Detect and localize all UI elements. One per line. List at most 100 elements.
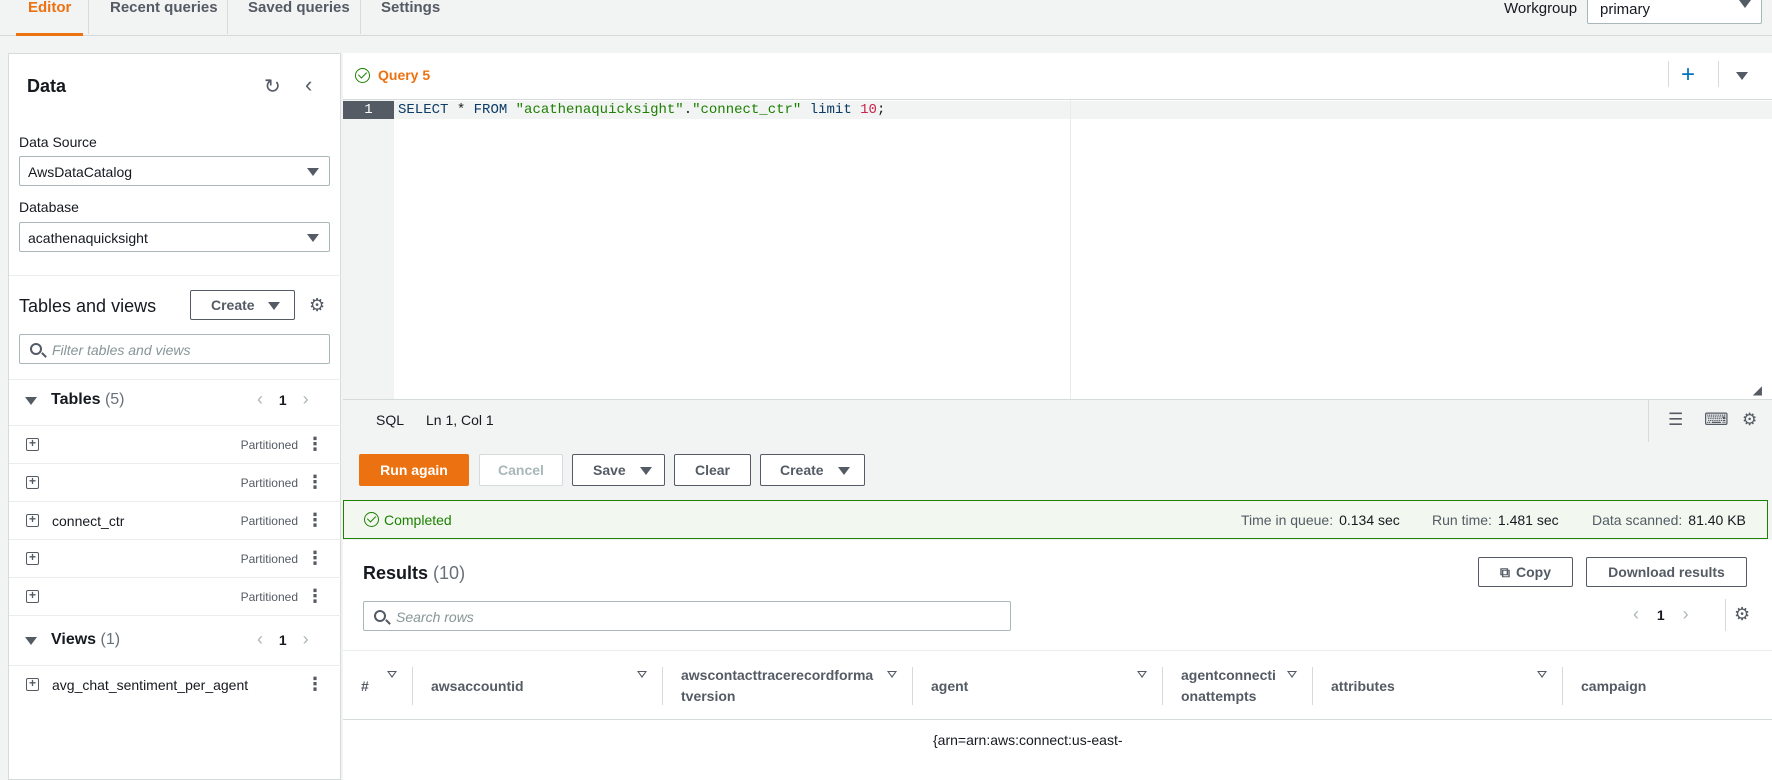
sql-code-area[interactable]: 1 SELECT * FROM "acathenaquicksight"."co…	[343, 99, 1772, 400]
more-options-icon[interactable]: ⋮	[306, 472, 324, 493]
more-options-icon[interactable]: ⋮	[306, 434, 324, 455]
results-page-number[interactable]: 1	[1657, 607, 1665, 623]
workgroup-value: primary	[1600, 1, 1651, 18]
sql-keyword: limit	[801, 102, 861, 118]
expand-icon[interactable]: +	[26, 475, 39, 489]
tables-page-number[interactable]: 1	[279, 392, 287, 408]
collapse-panel-icon[interactable]: ‹	[305, 72, 312, 98]
data-panel: Data ↻ ‹ Data Source AwsDataCatalog Data…	[8, 53, 342, 780]
sort-icon[interactable]	[1137, 671, 1147, 678]
tab-recent-queries[interactable]: Recent queries	[110, 0, 218, 36]
gear-icon[interactable]: ⚙	[309, 295, 325, 316]
print-margin	[1070, 100, 1071, 400]
expand-icon[interactable]: +	[26, 437, 39, 451]
table-row[interactable]: + Partitioned ⋮	[9, 464, 342, 502]
column-header-label: awscontacttracerecordformatversion	[681, 667, 874, 704]
expand-icon[interactable]: +	[26, 551, 39, 565]
table-row[interactable]: + Partitioned ⋮	[9, 540, 342, 578]
language-label: SQL	[376, 412, 405, 428]
query-tab-label: Query 5	[378, 67, 431, 83]
more-options-icon[interactable]: ⋮	[306, 510, 324, 531]
caret-down-icon	[307, 168, 319, 176]
gear-icon[interactable]: ⚙	[1734, 604, 1750, 625]
sort-icon[interactable]	[1537, 671, 1547, 678]
chevron-left-icon[interactable]: ‹	[257, 389, 263, 409]
cursor-position: Ln 1, Col 1	[426, 412, 494, 428]
chevron-right-icon[interactable]: ›	[303, 389, 309, 409]
gear-icon[interactable]: ⚙	[1742, 410, 1757, 430]
views-group-title: Views (1)	[51, 631, 120, 649]
resize-handle-icon[interactable]: ◢	[1753, 383, 1762, 397]
check-circle-icon	[355, 68, 370, 83]
sort-icon[interactable]	[887, 671, 897, 678]
caret-down-icon[interactable]	[1736, 72, 1748, 80]
sort-icon[interactable]	[637, 671, 647, 678]
more-options-icon[interactable]: ⋮	[306, 586, 324, 607]
column-header[interactable]: agent	[913, 651, 1163, 721]
column-header[interactable]: agentconnectionattempts	[1163, 651, 1313, 721]
table-row[interactable]: + Partitioned ⋮	[9, 578, 342, 616]
query-tab[interactable]: Query 5	[355, 67, 430, 83]
column-header[interactable]: #	[343, 651, 413, 721]
sort-icon[interactable]	[387, 671, 397, 678]
caret-down-icon	[838, 467, 850, 475]
results-title: Results (10)	[363, 563, 465, 584]
chevron-right-icon[interactable]: ›	[303, 629, 309, 649]
tab-editor[interactable]: Editor	[15, 0, 84, 36]
column-header[interactable]: campaign	[1563, 651, 1772, 721]
column-header[interactable]: attributes	[1313, 651, 1563, 721]
copy-button[interactable]: ⧉ Copy	[1478, 557, 1573, 587]
sql-operator: .	[683, 102, 693, 118]
table-cell: {arn=arn:aws:connect:us-east-	[933, 732, 1123, 748]
download-results-button[interactable]: Download results	[1586, 557, 1747, 587]
divider	[1668, 61, 1669, 87]
chevron-right-icon[interactable]: ›	[1683, 604, 1689, 624]
keyboard-icon[interactable]: ⌨	[1704, 410, 1729, 430]
create-button[interactable]: Create	[760, 454, 865, 486]
caret-down-icon	[307, 234, 319, 242]
filter-tables-input[interactable]: Filter tables and views	[19, 334, 330, 364]
save-button[interactable]: Save	[572, 454, 665, 486]
create-table-button[interactable]: Create	[190, 290, 295, 320]
cancel-button[interactable]: Cancel	[479, 454, 563, 486]
view-row[interactable]: + avg_chat_sentiment_per_agent ⋮	[9, 666, 342, 704]
sql-number: 10	[860, 102, 877, 118]
search-icon	[374, 610, 386, 622]
format-query-icon[interactable]: ☰	[1668, 410, 1683, 430]
partitioned-badge: Partitioned	[240, 590, 298, 604]
expand-icon[interactable]: +	[26, 677, 39, 691]
more-options-icon[interactable]: ⋮	[306, 548, 324, 569]
expand-icon[interactable]: +	[26, 513, 39, 527]
more-options-icon[interactable]: ⋮	[306, 674, 324, 695]
sort-icon[interactable]	[1287, 671, 1297, 678]
workgroup-select[interactable]: primary	[1587, 0, 1762, 24]
column-header[interactable]: awscontacttracerecordformatversion	[663, 651, 913, 721]
line-gutter	[343, 100, 394, 400]
table-row[interactable]: + connect_ctr Partitioned ⋮	[9, 502, 342, 540]
views-page-number[interactable]: 1	[279, 632, 287, 648]
tab-saved-queries[interactable]: Saved queries	[248, 0, 350, 36]
chevron-left-icon[interactable]: ‹	[257, 629, 263, 649]
time-in-queue-label: Time in queue:	[1241, 512, 1334, 528]
chevron-left-icon[interactable]: ‹	[1633, 604, 1639, 624]
clear-button[interactable]: Clear	[674, 454, 751, 486]
tab-separator	[88, 0, 89, 34]
column-header-label: #	[361, 677, 369, 694]
column-header[interactable]: awsaccountid	[413, 651, 663, 721]
sql-code[interactable]: SELECT * FROM "acathenaquicksight"."conn…	[398, 102, 885, 118]
data-source-select[interactable]: AwsDataCatalog	[19, 156, 330, 186]
add-query-tab-icon[interactable]: +	[1681, 61, 1695, 89]
workgroup-label: Workgroup	[1504, 0, 1578, 17]
refresh-icon[interactable]: ↻	[264, 74, 281, 99]
database-select[interactable]: acathenaquicksight	[19, 222, 330, 252]
time-in-queue: Time in queue: 0.134 sec	[1241, 512, 1400, 528]
run-again-button[interactable]: Run again	[359, 454, 469, 486]
search-rows-input[interactable]: Search rows	[363, 601, 1011, 631]
tables-group-header[interactable]: Tables (5) ‹ 1 ›	[9, 387, 342, 415]
table-row[interactable]: + Partitioned ⋮	[9, 426, 342, 464]
tab-settings[interactable]: Settings	[381, 0, 440, 36]
line-number: 1	[343, 101, 394, 119]
expand-icon[interactable]: +	[26, 589, 39, 603]
tables-count: (5)	[104, 391, 125, 408]
views-group-header[interactable]: Views (1) ‹ 1 ›	[9, 627, 342, 655]
